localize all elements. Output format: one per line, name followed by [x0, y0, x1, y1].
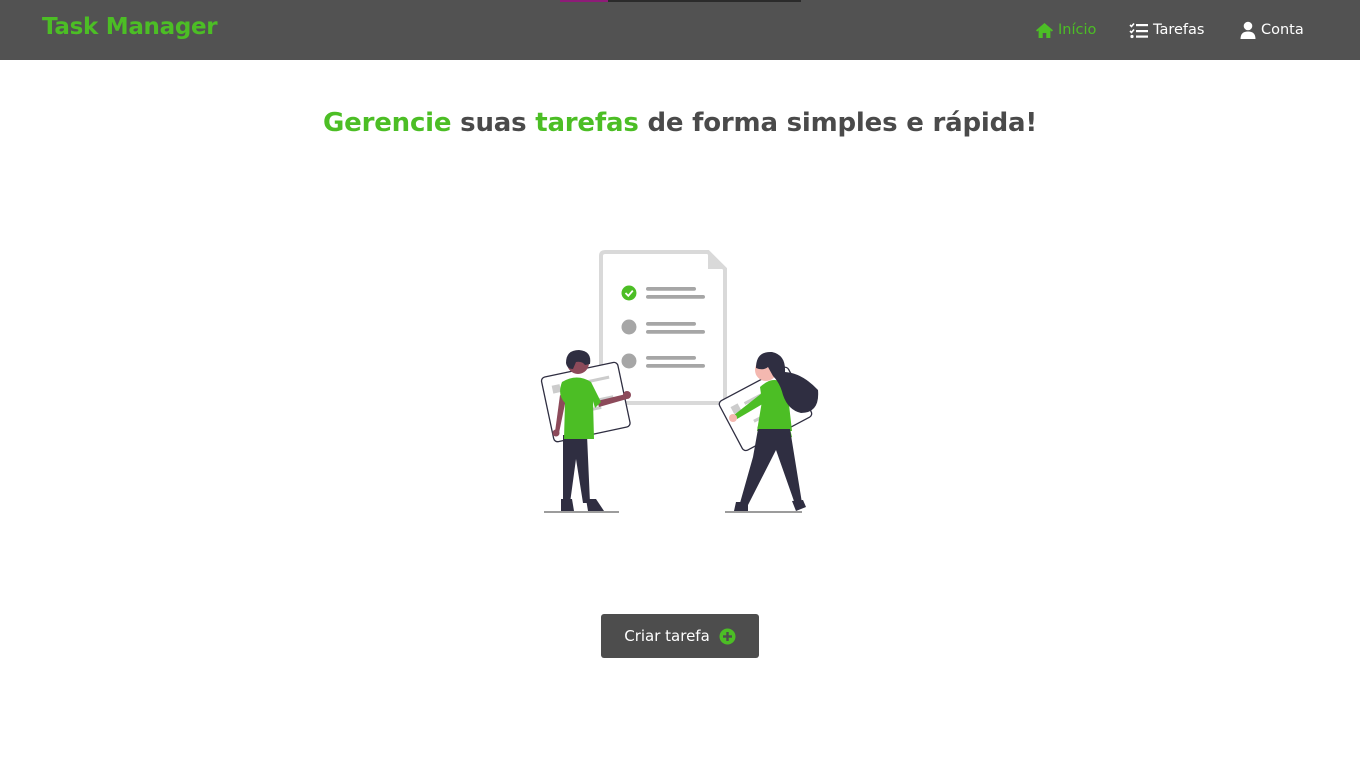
man-figure [540, 350, 631, 511]
title-text: de forma simples e rápida! [638, 108, 1037, 138]
nav-item-inicio[interactable]: Início [1035, 19, 1096, 41]
nav-item-label: Início [1058, 22, 1097, 38]
home-icon [1035, 22, 1054, 39]
people-with-checklist-illustration [530, 245, 830, 524]
page-load-progress-bar [560, 0, 801, 2]
nav-item-label: Tarefas [1153, 22, 1205, 38]
brand-logo-link[interactable]: Task Manager [42, 14, 218, 40]
nav-item-label: Conta [1261, 22, 1304, 38]
woman-figure [718, 351, 819, 511]
title-text: suas [451, 108, 536, 138]
page-title: Gerencie suas tarefas de forma simples e… [0, 108, 1360, 138]
plus-circle-icon [719, 628, 736, 645]
create-task-button[interactable]: Criar tarefa [601, 614, 759, 658]
title-highlight-gerencie: Gerencie [323, 108, 452, 138]
nav-item-tarefas[interactable]: Tarefas [1129, 19, 1204, 41]
top-navbar: Task Manager Início Tarefas Conta [0, 0, 1360, 60]
page-load-progress-fill [560, 0, 609, 2]
nav-item-conta[interactable]: Conta [1239, 19, 1304, 41]
title-highlight-tarefas: tarefas [535, 108, 639, 138]
tasks-list-icon [1129, 22, 1149, 39]
user-icon [1239, 21, 1257, 39]
create-task-label: Criar tarefa [624, 627, 710, 645]
